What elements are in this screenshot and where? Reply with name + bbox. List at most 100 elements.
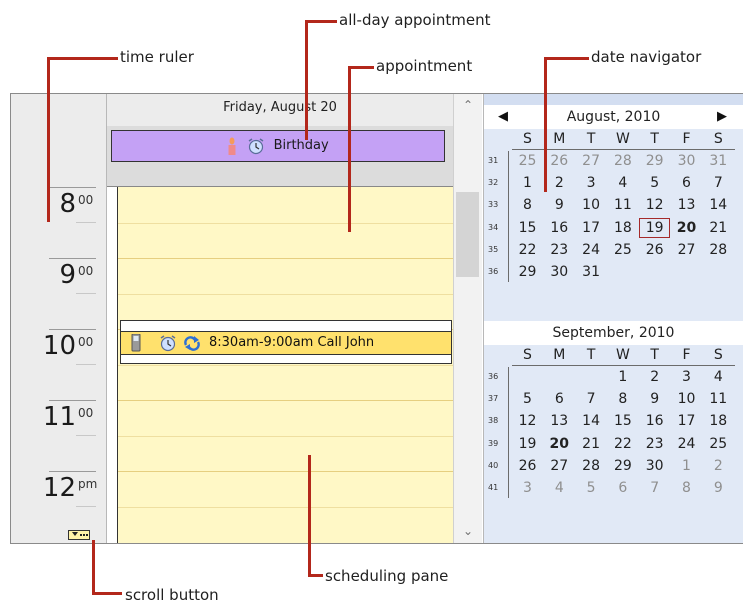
- day-cell[interactable]: 25: [703, 435, 734, 453]
- day-cell[interactable]: 27: [576, 152, 607, 170]
- day-cell[interactable]: 8: [512, 196, 543, 214]
- weekday-label: W: [615, 347, 630, 363]
- day-cell[interactable]: 26: [544, 152, 575, 170]
- day-cell[interactable]: 5: [512, 390, 543, 408]
- scroll-up-icon[interactable]: ⌃: [454, 98, 482, 112]
- day-cell[interactable]: 4: [607, 174, 638, 192]
- day-cell[interactable]: 12: [512, 412, 543, 430]
- week-number: 40: [488, 460, 499, 470]
- day-cell[interactable]: 6: [544, 390, 575, 408]
- day-cell[interactable]: 11: [703, 390, 734, 408]
- day-cell[interactable]: 21: [703, 219, 734, 237]
- day-cell[interactable]: 14: [576, 412, 607, 430]
- day-cell[interactable]: 25: [607, 241, 638, 259]
- day-cell[interactable]: 3: [576, 174, 607, 192]
- next-month-icon[interactable]: ▶: [717, 109, 727, 124]
- day-cell[interactable]: 20: [544, 435, 575, 453]
- day-cell[interactable]: 9: [703, 479, 734, 497]
- day-cell[interactable]: 11: [607, 196, 638, 214]
- annotation-scheduling-pane: scheduling pane: [325, 567, 449, 585]
- day-cell[interactable]: 16: [639, 412, 670, 430]
- day-cell[interactable]: 15: [512, 219, 543, 237]
- week-number-divider: [508, 367, 509, 499]
- day-cell[interactable]: 17: [576, 219, 607, 237]
- day-cell[interactable]: 1: [607, 368, 638, 386]
- day-cell[interactable]: 28: [703, 241, 734, 259]
- day-cell[interactable]: 23: [639, 435, 670, 453]
- scheduler-control: 8 00 9 00 10 00 11 00 12 pm Friday, August 20: [10, 93, 743, 544]
- day-cell[interactable]: 7: [703, 174, 734, 192]
- day-cell[interactable]: 27: [671, 241, 702, 259]
- day-cell[interactable]: 7: [576, 390, 607, 408]
- day-cell[interactable]: 22: [512, 241, 543, 259]
- day-cell[interactable]: 18: [607, 219, 638, 237]
- vertical-scrollbar[interactable]: ⌃ ⌄: [453, 94, 482, 543]
- scroll-down-arrow-icon[interactable]: ⌄: [454, 524, 482, 538]
- day-cell[interactable]: 3: [671, 368, 702, 386]
- day-cell[interactable]: 10: [576, 196, 607, 214]
- day-cell[interactable]: 22: [607, 435, 638, 453]
- day-cell[interactable]: 7: [639, 479, 670, 497]
- time-slot-line: [118, 364, 454, 366]
- day-cell[interactable]: 4: [544, 479, 575, 497]
- day-header[interactable]: Friday, August 20: [107, 94, 453, 127]
- day-cell[interactable]: 5: [576, 479, 607, 497]
- day-cell[interactable]: 24: [671, 435, 702, 453]
- day-cell[interactable]: 25: [512, 152, 543, 170]
- half-hour-separator: [76, 364, 96, 365]
- day-cell[interactable]: 2: [639, 368, 670, 386]
- day-cell[interactable]: 9: [544, 196, 575, 214]
- day-cell[interactable]: 31: [576, 263, 607, 281]
- hour-suffix: 00: [78, 406, 94, 420]
- day-cell[interactable]: 18: [703, 412, 734, 430]
- day-cell[interactable]: 8: [671, 479, 702, 497]
- hour-label: 8 00: [11, 187, 106, 258]
- day-cell[interactable]: 13: [671, 196, 702, 214]
- day-cell[interactable]: 16: [544, 219, 575, 237]
- day-cell[interactable]: 4: [703, 368, 734, 386]
- appointment[interactable]: 8:30am-9:00am Call John: [120, 320, 452, 364]
- day-cell[interactable]: 19: [512, 435, 543, 453]
- allday-appointment[interactable]: Birthday: [111, 130, 445, 162]
- day-cell[interactable]: 29: [639, 152, 670, 170]
- day-cell[interactable]: 30: [544, 263, 575, 281]
- day-cell[interactable]: 1: [512, 174, 543, 192]
- day-cell[interactable]: 15: [607, 412, 638, 430]
- day-cell[interactable]: 10: [671, 390, 702, 408]
- day-cell[interactable]: 12: [639, 196, 670, 214]
- scheduling-pane[interactable]: 8:30am-9:00am Call John: [117, 187, 454, 543]
- day-cell[interactable]: 23: [544, 241, 575, 259]
- day-cell[interactable]: 14: [703, 196, 734, 214]
- day-cell[interactable]: 20: [671, 219, 702, 237]
- day-cell[interactable]: 27: [544, 457, 575, 475]
- day-cell[interactable]: 2: [544, 174, 575, 192]
- day-cell[interactable]: 1: [671, 457, 702, 475]
- day-cell[interactable]: 21: [576, 435, 607, 453]
- prev-month-icon[interactable]: ◀: [498, 109, 508, 124]
- day-cell[interactable]: 3: [512, 479, 543, 497]
- selected-day-cell[interactable]: 19: [639, 217, 671, 238]
- day-cell[interactable]: 30: [671, 152, 702, 170]
- day-cell[interactable]: 9: [639, 390, 670, 408]
- day-cell[interactable]: 8: [607, 390, 638, 408]
- scrollbar-thumb[interactable]: [456, 192, 479, 277]
- day-cell[interactable]: 28: [607, 152, 638, 170]
- day-cell[interactable]: 28: [576, 457, 607, 475]
- day-cell[interactable]: 26: [512, 457, 543, 475]
- scroll-button[interactable]: [68, 530, 90, 540]
- appointment-body[interactable]: 8:30am-9:00am Call John: [121, 331, 451, 355]
- day-cell[interactable]: 24: [576, 241, 607, 259]
- day-cell[interactable]: 30: [639, 457, 670, 475]
- day-cell[interactable]: 6: [607, 479, 638, 497]
- day-cell[interactable]: 5: [639, 174, 670, 192]
- day-cell[interactable]: 29: [607, 457, 638, 475]
- day-cell[interactable]: 26: [639, 241, 670, 259]
- day-cell[interactable]: 31: [703, 152, 734, 170]
- navigator-top-band: [484, 94, 743, 105]
- day-cell[interactable]: 29: [512, 263, 543, 281]
- day-cell[interactable]: 17: [671, 412, 702, 430]
- day-cell[interactable]: 13: [544, 412, 575, 430]
- allday-area[interactable]: Birthday: [107, 126, 453, 187]
- day-cell[interactable]: 6: [671, 174, 702, 192]
- day-cell[interactable]: 2: [703, 457, 734, 475]
